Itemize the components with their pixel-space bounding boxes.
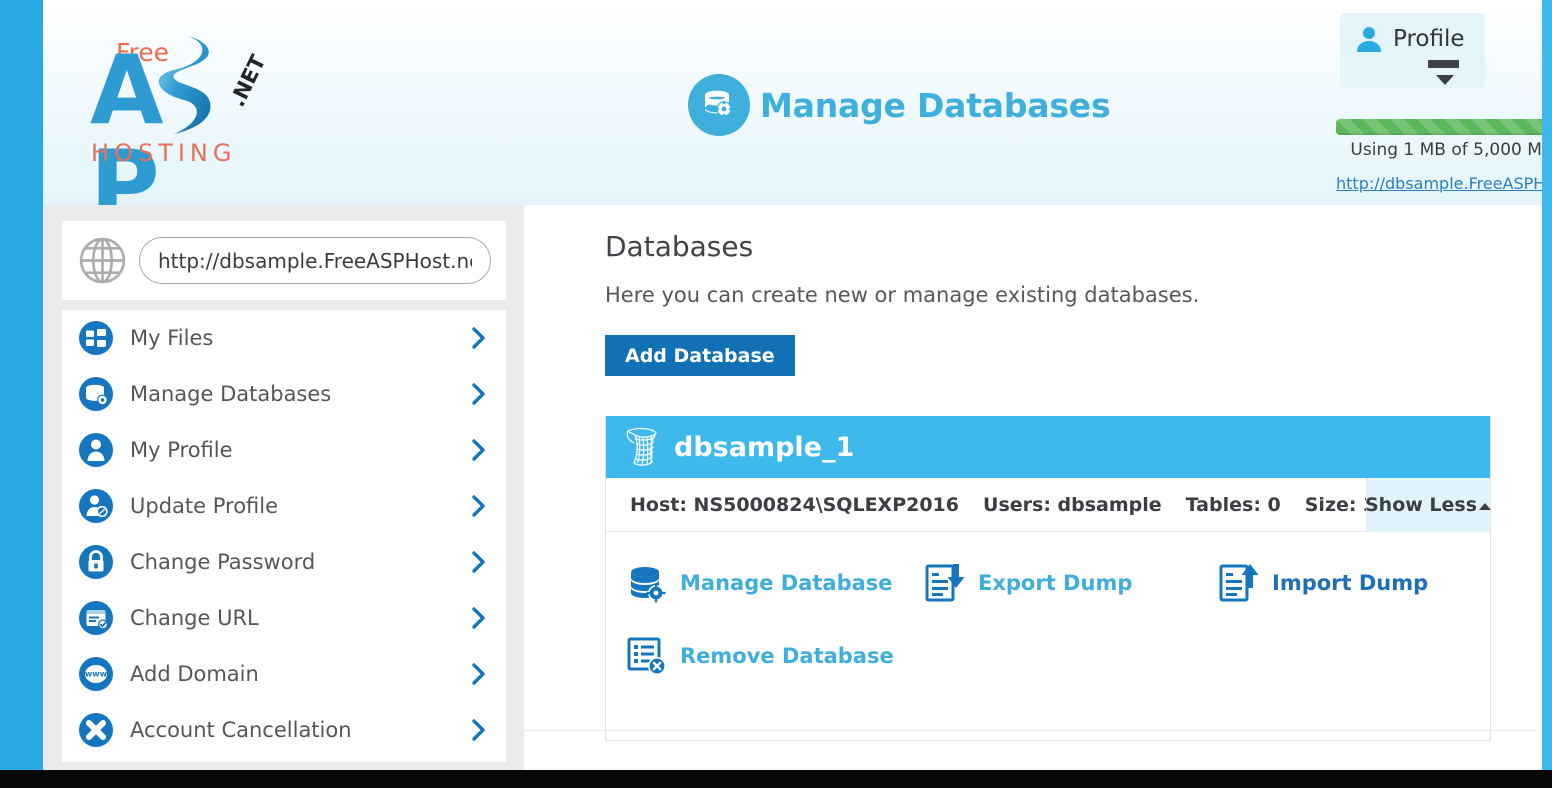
sidebar-item-change-url[interactable]: Change URL: [62, 590, 506, 646]
manage-database-action[interactable]: Manage Database: [626, 562, 893, 604]
database-name: dbsample_1: [674, 431, 855, 463]
database-tables: Tables: 0: [1185, 493, 1281, 516]
sidebar-item-update-profile[interactable]: Update Profile: [62, 478, 506, 534]
profile-row[interactable]: Profile: [1355, 25, 1465, 53]
page-body: My Files: [43, 205, 1542, 770]
page-header: Free A P HOSTING .NET Manage Databases P…: [43, 0, 1542, 205]
sidebar-item-my-files[interactable]: My Files: [62, 310, 506, 366]
content-divider: [525, 730, 1536, 731]
database-gear-icon: [631, 567, 666, 603]
browser-check-icon: [79, 601, 113, 635]
database-gear-icon: [688, 74, 750, 136]
app-window: Free A P HOSTING .NET Manage Databases P…: [0, 0, 1552, 788]
sidebar-item-label: Update Profile: [130, 494, 279, 518]
import-dump-action[interactable]: Import Dump: [1218, 562, 1428, 604]
page-title: Manage Databases: [688, 74, 1111, 136]
storage-progress-bar: [1336, 119, 1542, 135]
sidebar: My Files: [43, 205, 524, 770]
files-icon: [79, 321, 113, 355]
show-less-toggle[interactable]: Show Less: [1364, 478, 1492, 532]
right-frame-strip: [1542, 0, 1552, 770]
database-card-header: dbsample_1: [606, 416, 1490, 478]
chevron-right-icon: [472, 383, 485, 405]
x-circle-icon: [79, 713, 113, 747]
sidebar-item-label: My Profile: [130, 438, 233, 462]
show-less-label: Show Less: [1364, 494, 1478, 516]
database-card: dbsample_1 Host: NS5000824\SQLEXP2016 Us…: [605, 416, 1492, 741]
logo-ribbon-icon: [158, 36, 211, 134]
sidebar-item-label: Account Cancellation: [130, 718, 352, 742]
list-remove-icon: [627, 637, 666, 675]
main-content: Databases Here you can create new or man…: [524, 205, 1542, 770]
chevron-up-icon: [1479, 502, 1492, 510]
sidebar-item-manage-databases[interactable]: Manage Databases: [62, 366, 506, 422]
sidebar-item-label: My Files: [130, 326, 214, 350]
file-download-icon: [925, 564, 965, 602]
sidebar-menu: My Files Manage Databases My Profile Upd…: [62, 310, 506, 762]
user-circle-icon: [79, 433, 113, 467]
svg-text:www: www: [85, 670, 108, 679]
file-upload-icon: [1219, 564, 1259, 602]
page-description: Here you can create new or manage existi…: [605, 283, 1200, 307]
site-logo[interactable]: Free A P HOSTING .NET: [90, 18, 290, 205]
remove-database-action[interactable]: Remove Database: [626, 635, 894, 677]
database-actions: Manage Database Export Dump Import Dump …: [606, 532, 1490, 738]
profile-underline: [1428, 60, 1459, 68]
sidebar-item-add-domain[interactable]: www Add Domain: [62, 646, 506, 702]
sidebar-item-label: Change URL: [130, 606, 259, 630]
import-dump-label: Import Dump: [1272, 571, 1429, 595]
lock-icon: [79, 545, 113, 579]
logo-hosting-text: HOSTING: [91, 139, 237, 167]
header-site-url-link[interactable]: http://dbsample.FreeASPHost.net: [1336, 174, 1542, 193]
chevron-right-icon: [472, 439, 485, 461]
user-edit-icon: [79, 489, 113, 523]
left-frame-strip: [0, 0, 43, 770]
database-host: Host: NS5000824\SQLEXP2016: [630, 493, 960, 516]
sidebar-url-card: [62, 221, 506, 300]
sidebar-item-account-cancellation[interactable]: Account Cancellation: [62, 702, 506, 758]
sidebar-url-input[interactable]: [139, 237, 491, 284]
chevron-right-icon: [472, 719, 485, 741]
remove-database-label: Remove Database: [680, 644, 894, 668]
page-title-label: Manage Databases: [760, 85, 1111, 125]
profile-label: Profile: [1393, 26, 1465, 52]
database-meta-row: Host: NS5000824\SQLEXP2016 Users: dbsamp…: [606, 478, 1492, 532]
chevron-right-icon: [472, 495, 485, 517]
sidebar-item-my-profile[interactable]: My Profile: [62, 422, 506, 478]
chevron-right-icon: [472, 607, 485, 629]
sidebar-item-change-password[interactable]: Change Password: [62, 534, 506, 590]
sql-server-icon: [626, 427, 657, 466]
export-dump-label: Export Dump: [978, 571, 1133, 595]
bottom-frame-bar: [0, 770, 1552, 788]
www-icon: www: [79, 657, 113, 691]
page-heading: Databases: [605, 230, 754, 263]
add-database-button[interactable]: Add Database: [605, 335, 795, 376]
sidebar-item-label: Add Domain: [130, 662, 259, 686]
chevron-right-icon: [472, 551, 485, 573]
profile-menu[interactable]: Profile: [1340, 13, 1485, 88]
globe-icon: [79, 237, 126, 284]
storage-usage-label: Using 1 MB of 5,000 MB: [1350, 140, 1542, 160]
chevron-down-icon[interactable]: [1436, 75, 1454, 85]
database-users: Users: dbsample: [983, 493, 1162, 516]
user-icon: [1357, 27, 1381, 52]
chevron-right-icon: [472, 327, 485, 349]
database-gear-icon: [79, 377, 113, 411]
chevron-right-icon: [472, 663, 485, 685]
sidebar-item-label: Manage Databases: [130, 382, 332, 406]
manage-database-label: Manage Database: [680, 571, 893, 595]
sidebar-item-label: Change Password: [130, 550, 316, 574]
export-dump-action[interactable]: Export Dump: [924, 562, 1132, 604]
